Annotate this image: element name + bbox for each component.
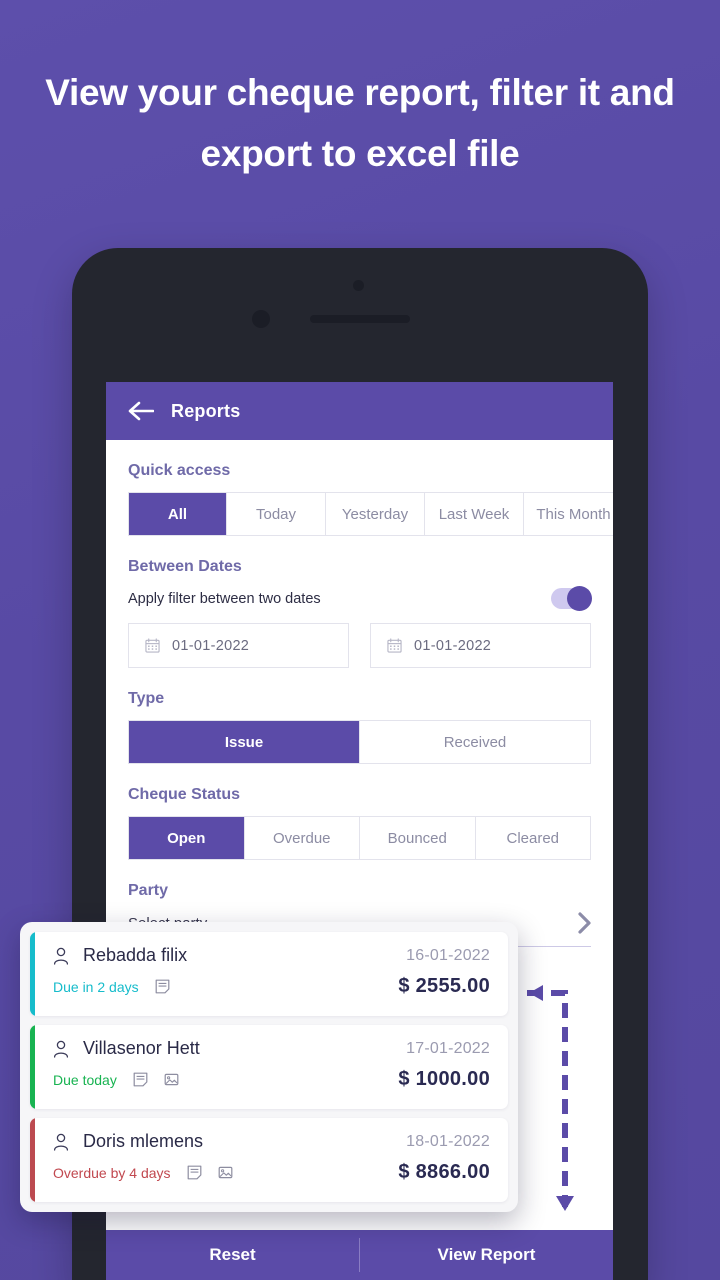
status-wrap: Due in 2 days — [53, 979, 170, 995]
note-icon[interactable] — [133, 1072, 148, 1087]
status-tab-bounced[interactable]: Bounced — [360, 817, 476, 859]
cheque-date: 16-01-2022 — [406, 946, 490, 964]
cheque-date: 18-01-2022 — [406, 1132, 490, 1150]
status-tab-cleared[interactable]: Cleared — [475, 817, 590, 859]
note-icon[interactable] — [155, 979, 170, 994]
status-wrap: Due today — [53, 1072, 179, 1088]
quick-access-label: Quick access — [128, 462, 231, 479]
app-header: Reports — [106, 382, 613, 440]
date-range-row: 01-01-2022 01-01-2022 — [128, 623, 591, 668]
quick-tab-this-month[interactable]: This Month — [524, 493, 613, 535]
cheque-status-tabs[interactable]: Open Overdue Bounced Cleared — [128, 816, 591, 860]
party-name-wrap: Villasenor Hett — [53, 1038, 200, 1059]
phone-speaker-icon — [310, 315, 410, 323]
to-date-field[interactable]: 01-01-2022 — [370, 623, 591, 668]
list-item-content: Villasenor Hett 17-01-2022 Due today $ 1… — [35, 1025, 508, 1109]
status-tab-overdue[interactable]: Overdue — [244, 817, 360, 859]
quick-tab-all[interactable]: All — [129, 493, 227, 535]
list-item-top: Doris mlemens 18-01-2022 — [53, 1131, 490, 1152]
to-date-value: 01-01-2022 — [414, 637, 492, 654]
from-date-field[interactable]: 01-01-2022 — [128, 623, 349, 668]
apply-filter-label: Apply filter between two dates — [128, 590, 321, 607]
status-badge: Due today — [53, 1071, 117, 1088]
toggle-knob — [567, 586, 592, 611]
chevron-right-icon[interactable] — [578, 912, 591, 934]
status-badge: Overdue by 4 days — [53, 1164, 171, 1181]
list-item-content: Rebadda filix 16-01-2022 Due in 2 days $… — [35, 932, 508, 1016]
type-tab-issue[interactable]: Issue — [129, 721, 360, 763]
bottom-action-bar: Reset View Report — [106, 1230, 613, 1280]
party-name-wrap: Doris mlemens — [53, 1131, 203, 1152]
status-tab-open[interactable]: Open — [129, 817, 245, 859]
list-item[interactable]: Rebadda filix 16-01-2022 Due in 2 days $… — [30, 932, 508, 1016]
cheque-amount: $ 1000.00 — [398, 1068, 490, 1090]
person-icon — [53, 1040, 69, 1058]
list-item-top: Villasenor Hett 17-01-2022 — [53, 1038, 490, 1059]
calendar-icon — [387, 638, 402, 653]
status-wrap: Overdue by 4 days — [53, 1165, 233, 1181]
quick-tab-last-week[interactable]: Last Week — [425, 493, 524, 535]
status-badge: Due in 2 days — [53, 978, 139, 995]
phone-sensor-icon — [353, 280, 364, 291]
quick-tab-yesterday[interactable]: Yesterday — [326, 493, 425, 535]
note-icon[interactable] — [187, 1165, 202, 1180]
cheque-status-label: Cheque Status — [128, 786, 241, 803]
calendar-icon — [145, 638, 160, 653]
party-name-wrap: Rebadda filix — [53, 945, 187, 966]
arrow-left-icon[interactable] — [128, 400, 154, 422]
list-item[interactable]: Doris mlemens 18-01-2022 Overdue by 4 da… — [30, 1118, 508, 1202]
type-tabs[interactable]: Issue Received — [128, 720, 591, 764]
image-icon[interactable] — [164, 1072, 179, 1087]
reset-button[interactable]: Reset — [106, 1245, 359, 1265]
from-date-value: 01-01-2022 — [172, 637, 250, 654]
list-item-top: Rebadda filix 16-01-2022 — [53, 945, 490, 966]
apply-filter-row: Apply filter between two dates — [128, 586, 592, 611]
apply-filter-toggle[interactable] — [551, 586, 592, 611]
cheque-list-card: Rebadda filix 16-01-2022 Due in 2 days $… — [20, 922, 518, 1212]
list-item-content: Doris mlemens 18-01-2022 Overdue by 4 da… — [35, 1118, 508, 1202]
cheque-amount: $ 8866.00 — [398, 1161, 490, 1183]
party-name: Rebadda filix — [83, 945, 188, 965]
promo-headline: View your cheque report, filter it and e… — [45, 72, 675, 174]
list-item-bottom: Due today $ 1000.00 — [53, 1068, 490, 1091]
view-report-button[interactable]: View Report — [360, 1245, 613, 1265]
image-icon[interactable] — [218, 1165, 233, 1180]
party-name: Doris mlemens — [83, 1131, 204, 1151]
quick-tab-today[interactable]: Today — [227, 493, 326, 535]
screen-body: Quick access All Today Yesterday Last We… — [106, 462, 613, 947]
list-item[interactable]: Villasenor Hett 17-01-2022 Due today $ 1… — [30, 1025, 508, 1109]
cheque-amount: $ 2555.00 — [398, 975, 490, 997]
list-item-bottom: Due in 2 days $ 2555.00 — [53, 975, 490, 998]
party-name: Villasenor Hett — [83, 1038, 200, 1058]
between-dates-label: Between Dates — [128, 558, 242, 575]
cheque-date: 17-01-2022 — [406, 1039, 490, 1057]
page-title: Reports — [171, 400, 241, 421]
person-icon — [53, 947, 69, 965]
party-label: Party — [128, 882, 169, 899]
quick-access-tabs[interactable]: All Today Yesterday Last Week This Month — [128, 492, 613, 536]
type-label: Type — [128, 690, 165, 707]
person-icon — [53, 1133, 69, 1151]
phone-camera-icon — [252, 310, 270, 328]
list-item-bottom: Overdue by 4 days $ 8866.00 — [53, 1161, 490, 1184]
type-tab-received[interactable]: Received — [360, 721, 590, 763]
